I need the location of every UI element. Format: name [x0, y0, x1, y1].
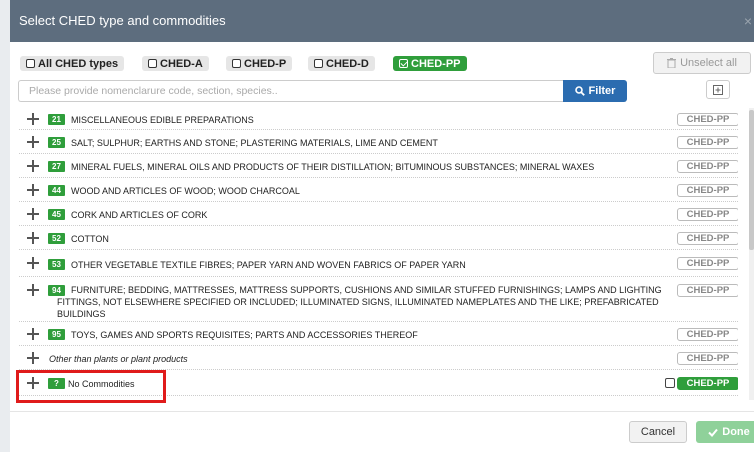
- close-icon[interactable]: ×: [744, 13, 752, 29]
- ched-tag[interactable]: CHED-PP: [677, 284, 738, 297]
- ched-tag[interactable]: CHED-PP: [677, 352, 738, 365]
- ched-tag[interactable]: CHED-PP: [677, 184, 738, 197]
- filter-label: Filter: [588, 85, 616, 97]
- cancel-button[interactable]: Cancel: [629, 421, 687, 443]
- checkbox-checked-icon: [399, 59, 408, 68]
- row-checkbox[interactable]: [665, 378, 675, 388]
- commodity-label: FURNITURE; BEDDING, MATTRESSES, MATTRESS…: [57, 284, 662, 320]
- expand-icon[interactable]: [27, 160, 39, 172]
- commodity-row[interactable]: Other than plants or plant products CHED…: [19, 346, 738, 370]
- scrollbar-thumb[interactable]: [749, 110, 754, 250]
- commodity-label: TOYS, GAMES AND SPORTS REQUISITES; PARTS…: [71, 330, 418, 340]
- commodity-list: 21 MISCELLANEOUS EDIBLE PREPARATIONS CHE…: [19, 108, 738, 400]
- ched-tag[interactable]: CHED-PP: [677, 208, 738, 221]
- modal-header: Select CHED type and commodities ×: [10, 0, 754, 42]
- commodity-row[interactable]: 94 FURNITURE; BEDDING, MATTRESSES, MATTR…: [19, 277, 738, 322]
- commodity-label: COTTON: [71, 234, 109, 244]
- code-badge: 25: [48, 137, 65, 148]
- ched-tag[interactable]: CHED-PP: [677, 113, 738, 126]
- checkbox-icon: [26, 59, 35, 68]
- code-badge: 44: [48, 185, 65, 196]
- commodity-label: WOOD AND ARTICLES OF WOOD; WOOD CHARCOAL: [71, 186, 300, 196]
- done-label: Done: [722, 426, 750, 438]
- ched-tag[interactable]: CHED-PP: [677, 136, 738, 149]
- ched-type-pp[interactable]: CHED-PP: [393, 56, 467, 71]
- checkbox-icon: [314, 59, 323, 68]
- commodity-row[interactable]: 95 TOYS, GAMES AND SPORTS REQUISITES; PA…: [19, 322, 738, 346]
- ched-tag[interactable]: CHED-PP: [677, 257, 738, 270]
- commodity-label-text: FURNITURE; BEDDING, MATTRESSES, MATTRESS…: [57, 285, 662, 319]
- unselect-all-button[interactable]: Unselect all: [653, 52, 751, 74]
- commodity-row[interactable]: 53 OTHER VEGETABLE TEXTILE FIBRES; PAPER…: [19, 250, 738, 277]
- commodity-label: Other than plants or plant products: [49, 354, 188, 364]
- expand-icon[interactable]: [27, 232, 39, 244]
- ched-type-d[interactable]: CHED-D: [308, 56, 375, 71]
- commodity-label: MISCELLANEOUS EDIBLE PREPARATIONS: [71, 115, 254, 125]
- checkbox-icon: [232, 59, 241, 68]
- expand-icon[interactable]: [27, 257, 39, 269]
- code-badge: 45: [48, 209, 65, 220]
- expand-icon[interactable]: [27, 208, 39, 220]
- commodity-row[interactable]: 44 WOOD AND ARTICLES OF WOOD; WOOD CHARC…: [19, 178, 738, 202]
- ched-tag[interactable]: CHED-PP: [677, 232, 738, 245]
- highlight-box: [16, 370, 166, 403]
- ched-tag[interactable]: CHED-PP: [677, 377, 738, 390]
- code-badge: 21: [48, 114, 65, 125]
- ched-type-p[interactable]: CHED-P: [226, 56, 293, 71]
- commodity-label: SALT; SULPHUR; EARTHS AND STONE; PLASTER…: [71, 138, 438, 148]
- commodity-row[interactable]: 25 SALT; SULPHUR; EARTHS AND STONE; PLAS…: [19, 130, 738, 154]
- ched-type-label: All CHED types: [38, 57, 119, 70]
- expand-all-button[interactable]: [706, 80, 730, 99]
- code-badge: 95: [48, 329, 65, 340]
- commodity-label: MINERAL FUELS, MINERAL OILS AND PRODUCTS…: [71, 162, 595, 172]
- unselect-all-label: Unselect all: [680, 57, 737, 69]
- commodity-row[interactable]: 21 MISCELLANEOUS EDIBLE PREPARATIONS CHE…: [19, 108, 738, 130]
- expand-icon[interactable]: [27, 328, 39, 340]
- commodity-row[interactable]: 52 COTTON CHED-PP: [19, 226, 738, 250]
- ched-tag[interactable]: CHED-PP: [677, 328, 738, 341]
- commodity-label: CORK AND ARTICLES OF CORK: [71, 210, 208, 220]
- commodity-row[interactable]: 45 CORK AND ARTICLES OF CORK CHED-PP: [19, 202, 738, 226]
- footer-divider: [10, 411, 754, 412]
- trash-icon: [667, 58, 677, 68]
- filter-button[interactable]: Filter: [563, 80, 627, 102]
- ched-type-label: CHED-P: [244, 57, 287, 70]
- expand-icon[interactable]: [27, 284, 39, 296]
- ched-type-all[interactable]: All CHED types: [20, 56, 125, 71]
- plus-square-icon: [713, 84, 723, 95]
- code-badge: 27: [48, 161, 65, 172]
- expand-icon[interactable]: [27, 113, 39, 125]
- expand-icon[interactable]: [27, 352, 39, 364]
- checkbox-icon: [148, 59, 157, 68]
- done-button[interactable]: Done: [696, 421, 754, 443]
- commodity-label: OTHER VEGETABLE TEXTILE FIBRES; PAPER YA…: [71, 260, 466, 270]
- modal-title: Select CHED type and commodities: [19, 13, 226, 28]
- commodity-row[interactable]: 27 MINERAL FUELS, MINERAL OILS AND PRODU…: [19, 154, 738, 178]
- code-badge: 53: [48, 259, 65, 270]
- ched-type-label: CHED-D: [326, 57, 369, 70]
- search-icon: [574, 86, 585, 96]
- ched-type-label: CHED-PP: [411, 57, 461, 70]
- ched-type-label: CHED-A: [160, 57, 203, 70]
- search-input[interactable]: [18, 80, 564, 102]
- ched-type-a[interactable]: CHED-A: [142, 56, 209, 71]
- ched-tag[interactable]: CHED-PP: [677, 160, 738, 173]
- expand-icon[interactable]: [27, 136, 39, 148]
- expand-icon[interactable]: [27, 184, 39, 196]
- check-icon: [708, 428, 719, 437]
- code-badge: 52: [48, 233, 65, 244]
